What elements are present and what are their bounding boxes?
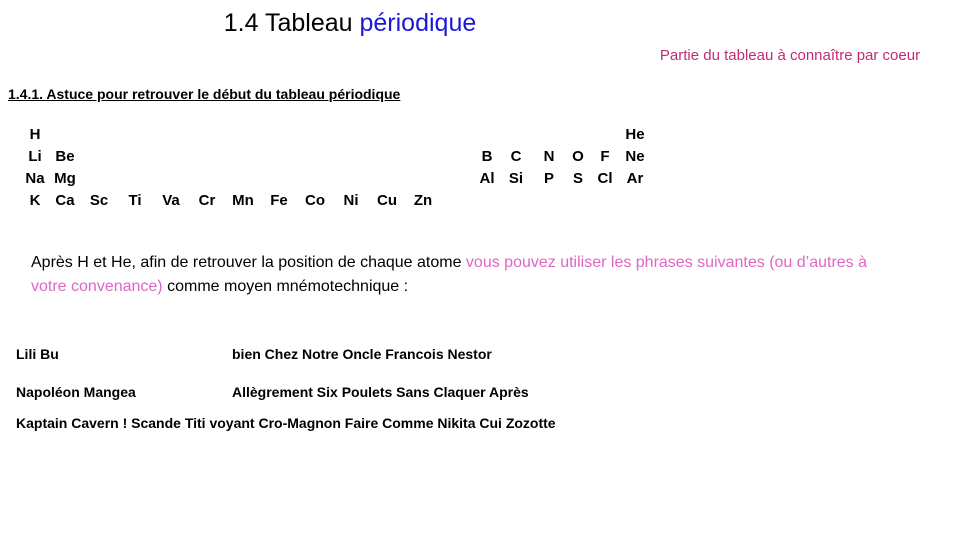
element-cell: Co <box>305 192 325 209</box>
mnemonic-line-1: Lili Bu bien Chez Notre Oncle Francois Ne… <box>16 345 492 363</box>
element-cell: F <box>600 148 610 165</box>
element-cell: Be <box>55 148 75 165</box>
element-cell: H <box>29 126 41 143</box>
element-cell: K <box>29 192 41 209</box>
page-title: 1.4 Tableau périodique <box>0 8 700 38</box>
periodic-row-2: Li Be B C N O F Ne <box>0 146 960 168</box>
mnemonic-line-2-left: Napoléon Mangea <box>16 384 136 400</box>
mnemonic-line-1-right: bien Chez Notre Oncle Francois Nestor <box>232 346 492 362</box>
mnemonic-line-2-right: Allègrement Six Poulets Sans Claquer Apr… <box>232 384 529 400</box>
callout-note: Partie du tableau à connaître par coeur <box>659 47 921 64</box>
periodic-table-fragment: H He Li Be B C N O F Ne Na Mg Al Si P S … <box>0 124 960 216</box>
element-cell: Cu <box>377 192 397 209</box>
mnemonic-line-3: Kaptain Cavern ! Scande Titi voyant Cro-… <box>16 415 556 431</box>
mnemonic-line-2: Napoléon Mangea Allègrement Six Poulets S… <box>16 383 529 401</box>
section-subheading: 1.4.1. Astuce pour retrouver le début du… <box>8 86 401 102</box>
periodic-row-4: K Ca Sc Ti Va Cr Mn Fe Co Ni Cu Zn <box>0 190 960 212</box>
element-cell: Fe <box>270 192 288 209</box>
paragraph-segment-black-end: comme moyen mnémotechnique : <box>162 278 409 295</box>
element-cell: Li <box>28 148 42 165</box>
element-cell: Va <box>162 192 180 209</box>
element-cell: Mg <box>54 170 76 187</box>
slide-canvas: 1.4 Tableau périodique Partie du tableau… <box>0 0 960 540</box>
element-cell: Ti <box>128 192 142 209</box>
element-cell: Mn <box>232 192 254 209</box>
element-cell: Na <box>25 170 45 187</box>
element-cell: Sc <box>89 192 109 209</box>
element-cell: Ca <box>55 192 75 209</box>
mnemonic-line-1-left: Lili Bu <box>16 346 59 362</box>
body-paragraph: Après H et He, afin de retrouver la posi… <box>31 251 891 299</box>
page-title-highlight: périodique <box>359 9 477 37</box>
element-cell: He <box>625 126 645 143</box>
page-title-prefix: 1.4 Tableau <box>223 9 360 37</box>
element-cell: Cr <box>198 192 216 209</box>
periodic-row-3: Na Mg Al Si P S Cl Ar <box>0 168 960 190</box>
element-cell: Ar <box>626 170 644 187</box>
element-cell: Cl <box>597 170 613 187</box>
periodic-row-1: H He <box>0 124 960 146</box>
element-cell: C <box>510 148 522 165</box>
element-cell: Si <box>508 170 524 187</box>
paragraph-segment-black-start: Après H et He, afin de retrouver la posi… <box>31 254 466 271</box>
element-cell: Ne <box>625 148 645 165</box>
element-cell: Zn <box>413 192 433 209</box>
element-cell: Ni <box>343 192 359 209</box>
